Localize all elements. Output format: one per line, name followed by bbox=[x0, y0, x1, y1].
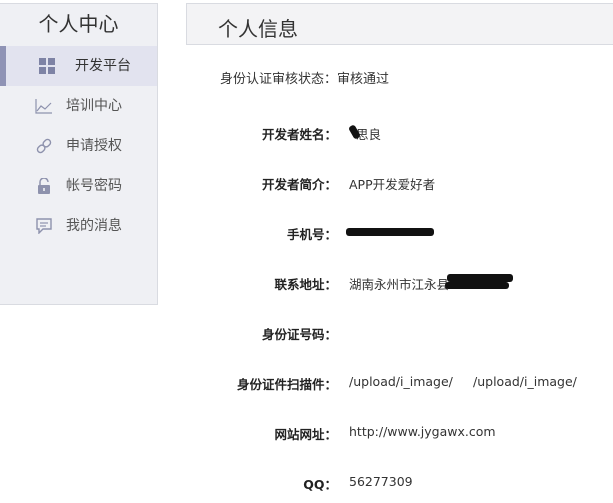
sidebar-item-authorization[interactable]: 申请授权 bbox=[0, 126, 157, 166]
sidebar-menu: 开发平台 培训中心 申请授权 帐号密码 我的消息 bbox=[0, 46, 157, 246]
field-id-scan: 身份证件扫描件： /upload/i_image/ /upload/i_imag… bbox=[186, 374, 613, 394]
chart-icon bbox=[34, 97, 54, 115]
sidebar-item-account-password[interactable]: 帐号密码 bbox=[0, 166, 157, 206]
sidebar-item-label: 我的消息 bbox=[66, 218, 122, 234]
redaction-mark bbox=[447, 274, 513, 282]
lock-icon bbox=[34, 177, 54, 195]
field-label: 开发者简介： bbox=[261, 177, 337, 192]
field-label: 开发者姓名： bbox=[261, 127, 337, 142]
field-label: 手机号： bbox=[286, 227, 337, 242]
id-scan-front-link[interactable]: /upload/i_image/ bbox=[349, 374, 453, 389]
redaction-mark bbox=[346, 228, 434, 236]
redaction-mark bbox=[445, 282, 509, 289]
field-value: 56277309 bbox=[349, 474, 413, 489]
link-icon bbox=[34, 137, 54, 155]
grid-icon bbox=[37, 57, 57, 75]
sidebar-item-label: 培训中心 bbox=[66, 98, 122, 114]
field-label: 联系地址： bbox=[274, 277, 337, 292]
field-label: 网站网址： bbox=[274, 427, 337, 442]
field-label: 身份证件扫描件： bbox=[236, 377, 337, 392]
sidebar-item-label: 帐号密码 bbox=[66, 178, 122, 194]
field-label: QQ： bbox=[303, 477, 337, 492]
sidebar-item-label: 开发平台 bbox=[75, 58, 131, 74]
field-value: 湖南永州市江永县 bbox=[349, 277, 450, 292]
sidebar-item-dev-platform[interactable]: 开发平台 bbox=[0, 46, 157, 86]
field-address: 联系地址： 湖南永州市江永县 bbox=[186, 274, 613, 294]
field-value: APP开发爱好者 bbox=[349, 177, 436, 192]
field-phone: 手机号： bbox=[186, 224, 613, 244]
sidebar-title: 个人中心 bbox=[38, 12, 119, 36]
page-title: 个人信息 bbox=[218, 17, 298, 41]
status-label: 身份认证审核状态： bbox=[220, 72, 338, 87]
field-label: 身份证号码： bbox=[261, 327, 337, 342]
field-qq: QQ： 56277309 bbox=[186, 474, 613, 494]
field-developer-name: 开发者姓名： 思良 bbox=[186, 124, 613, 144]
verification-status: 身份认证审核状态：审核通过 bbox=[220, 68, 389, 87]
message-icon bbox=[34, 217, 54, 235]
field-id-number: 身份证号码： bbox=[186, 324, 613, 344]
main-header: 个人信息 bbox=[186, 3, 613, 45]
sidebar: 个人中心 开发平台 培训中心 申请授权 帐号密码 我的消息 bbox=[0, 3, 158, 305]
website-link[interactable]: http://www.jygawx.com bbox=[349, 424, 496, 439]
sidebar-item-label: 申请授权 bbox=[66, 138, 122, 154]
sidebar-item-training[interactable]: 培训中心 bbox=[0, 86, 157, 126]
sidebar-item-messages[interactable]: 我的消息 bbox=[0, 206, 157, 246]
field-website: 网站网址： http://www.jygawx.com bbox=[186, 424, 613, 444]
id-scan-back-link[interactable]: /upload/i_image/ bbox=[473, 374, 577, 389]
field-developer-bio: 开发者简介： APP开发爱好者 bbox=[186, 174, 613, 194]
status-value: 审核通过 bbox=[337, 72, 390, 87]
